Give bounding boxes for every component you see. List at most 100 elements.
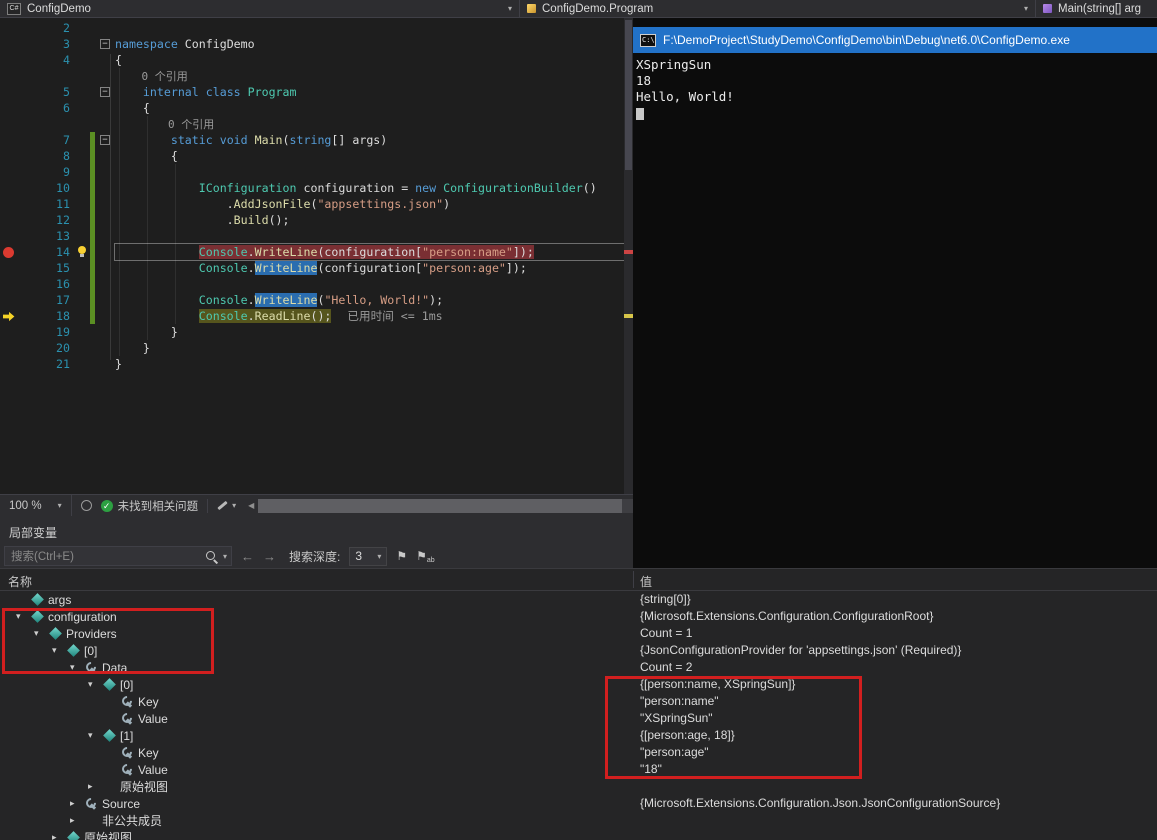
code-line-14[interactable]: 14 Console.WriteLine(configuration["pers… (0, 244, 633, 260)
search-depth-dropdown[interactable]: 3 ▾ (349, 547, 387, 566)
flag-icon[interactable]: ⚑ (396, 549, 407, 563)
search-input[interactable]: 搜索(Ctrl+E) ▾ (4, 546, 232, 566)
code-line-4[interactable]: 4{ (0, 52, 633, 68)
locals-row-Source[interactable]: ▸Source{Microsoft.Extensions.Configurati… (0, 795, 1157, 812)
locals-row-Key[interactable]: Key"person:name" (0, 693, 1157, 710)
horizontal-scrollbar[interactable] (258, 499, 633, 513)
gutter[interactable] (0, 68, 18, 84)
project-dropdown[interactable]: C# ConfigDemo ▾ (0, 0, 520, 17)
codelens-line[interactable]: 0 个引用 (0, 68, 633, 84)
console-title-bar[interactable]: C:\ F:\DemoProject\StudyDemo\ConfigDemo\… (633, 27, 1157, 53)
code-line-2[interactable]: 2 (0, 20, 633, 36)
lightbulb-icon[interactable] (77, 246, 87, 258)
code-line-18[interactable]: 18 Console.ReadLine();已用时间 <= 1ms (0, 308, 633, 324)
code-line-13[interactable]: 13 (0, 228, 633, 244)
code-line-20[interactable]: 20 } (0, 340, 633, 356)
locals-row-Data[interactable]: ▾DataCount = 2 (0, 659, 1157, 676)
scrollbar-thumb[interactable] (258, 499, 621, 513)
gutter[interactable] (0, 356, 18, 372)
tree-expander-open[interactable]: ▾ (52, 645, 66, 656)
code-line-19[interactable]: 19 } (0, 324, 633, 340)
gutter[interactable] (0, 260, 18, 276)
flag-ab-icon[interactable]: ⚑ab (416, 549, 435, 563)
chevron-down-icon[interactable]: ▾ (223, 552, 227, 561)
locals-row-Value[interactable]: Value"18" (0, 761, 1157, 778)
locals-row-Value[interactable]: Value"XSpringSun" (0, 710, 1157, 727)
gutter[interactable] (0, 292, 18, 308)
console-window[interactable]: C:\ F:\DemoProject\StudyDemo\ConfigDemo\… (633, 18, 1157, 568)
code-line-16[interactable]: 16 (0, 276, 633, 292)
gutter[interactable] (0, 20, 18, 36)
gutter[interactable] (0, 100, 18, 116)
tree-expander-closed[interactable]: ▸ (70, 798, 84, 809)
code-cleanup-button[interactable]: ▾ (217, 501, 236, 510)
tree-expander-closed[interactable]: ▸ (52, 832, 66, 840)
editor-vertical-scrollbar[interactable] (624, 18, 633, 494)
gutter[interactable] (0, 324, 18, 340)
tree-expander-closed[interactable]: ▸ (88, 781, 102, 792)
gutter[interactable] (0, 116, 18, 132)
code-line-12[interactable]: 12 .Build(); (0, 212, 633, 228)
locals-row-[1][interactable]: ▾[1]{[person:age, 18]} (0, 727, 1157, 744)
gutter[interactable] (0, 164, 18, 180)
gutter[interactable] (0, 196, 18, 212)
fold-collapse-box[interactable]: − (100, 135, 110, 145)
tree-expander-open[interactable]: ▾ (70, 662, 84, 673)
back-arrow-icon[interactable]: ← (241, 549, 254, 564)
locals-row-Key[interactable]: Key"person:age" (0, 744, 1157, 761)
code-line-8[interactable]: 8 { (0, 148, 633, 164)
tree-expander-open[interactable]: ▾ (88, 730, 102, 741)
breakpoint-icon[interactable] (3, 247, 14, 258)
gutter[interactable] (0, 212, 18, 228)
fold-collapse-box[interactable]: − (100, 39, 110, 49)
locals-row-原始视图[interactable]: ▸原始视图 (0, 829, 1157, 840)
code-line-9[interactable]: 9 (0, 164, 633, 180)
gutter[interactable] (0, 132, 18, 148)
zoom-dropdown[interactable]: 100 % ▾ (0, 495, 72, 516)
gutter[interactable] (0, 148, 18, 164)
code-line-11[interactable]: 11 .AddJsonFile("appsettings.json") (0, 196, 633, 212)
locals-row-[0][interactable]: ▾[0]{JsonConfigurationProvider for 'apps… (0, 642, 1157, 659)
member-dropdown[interactable]: Main(string[] arg ▾ (1036, 0, 1157, 17)
gutter[interactable] (0, 84, 18, 100)
execution-pointer-gutter[interactable] (0, 308, 18, 324)
code-editor[interactable]: 23−namespace ConfigDemo4{ 0 个引用5− intern… (0, 18, 633, 516)
forward-arrow-icon[interactable]: → (263, 549, 276, 564)
tree-expander-open[interactable]: ▾ (88, 679, 102, 690)
code-line-10[interactable]: 10 IConfiguration configuration = new Co… (0, 180, 633, 196)
gutter[interactable] (0, 276, 18, 292)
scroll-left-arrow-icon[interactable]: ◀ (248, 501, 254, 510)
fold-collapse-box[interactable]: − (100, 87, 110, 97)
breakpoint-gutter[interactable] (0, 244, 18, 260)
code-line-6[interactable]: 6 { (0, 100, 633, 116)
tree-expander-open[interactable]: ▾ (16, 611, 30, 622)
locals-row-[0][interactable]: ▾[0]{[person:name, XSpringSun]} (0, 676, 1157, 693)
tree-expander-open[interactable]: ▾ (34, 628, 48, 639)
health-indicator[interactable]: ✓ 未找到相关问题 (101, 498, 199, 514)
gutter[interactable] (0, 228, 18, 244)
search-icon[interactable] (204, 549, 219, 564)
code-line-7[interactable]: 7− static void Main(string[] args) (0, 132, 633, 148)
code-line-15[interactable]: 15 Console.WriteLine(configuration["pers… (0, 260, 633, 276)
code-line-5[interactable]: 5− internal class Program (0, 84, 633, 100)
gutter[interactable] (0, 180, 18, 196)
code-line-17[interactable]: 17 Console.WriteLine("Hello, World!"); (0, 292, 633, 308)
locals-row-configuration[interactable]: ▾configuration{Microsoft.Extensions.Conf… (0, 608, 1157, 625)
gutter[interactable] (0, 340, 18, 356)
scrollbar-thumb[interactable] (625, 20, 632, 170)
name-column-header[interactable]: 名称 (8, 573, 32, 590)
locals-row-args[interactable]: args{string[0]} (0, 591, 1157, 608)
gutter[interactable] (0, 36, 18, 52)
gutter[interactable] (0, 52, 18, 68)
document-health-icon[interactable] (81, 500, 92, 511)
value-column-header[interactable]: 值 (640, 573, 652, 590)
column-divider[interactable] (633, 571, 634, 588)
type-dropdown[interactable]: ConfigDemo.Program ▾ (520, 0, 1036, 17)
codelens-line[interactable]: 0 个引用 (0, 116, 633, 132)
locals-row-Providers[interactable]: ▾ProvidersCount = 1 (0, 625, 1157, 642)
tree-expander-closed[interactable]: ▸ (70, 815, 84, 826)
locals-row-原始视图[interactable]: ▸原始视图 (0, 778, 1157, 795)
locals-row-非公共成员[interactable]: ▸非公共成员 (0, 812, 1157, 829)
code-line-3[interactable]: 3−namespace ConfigDemo (0, 36, 633, 52)
code-line-21[interactable]: 21} (0, 356, 633, 372)
